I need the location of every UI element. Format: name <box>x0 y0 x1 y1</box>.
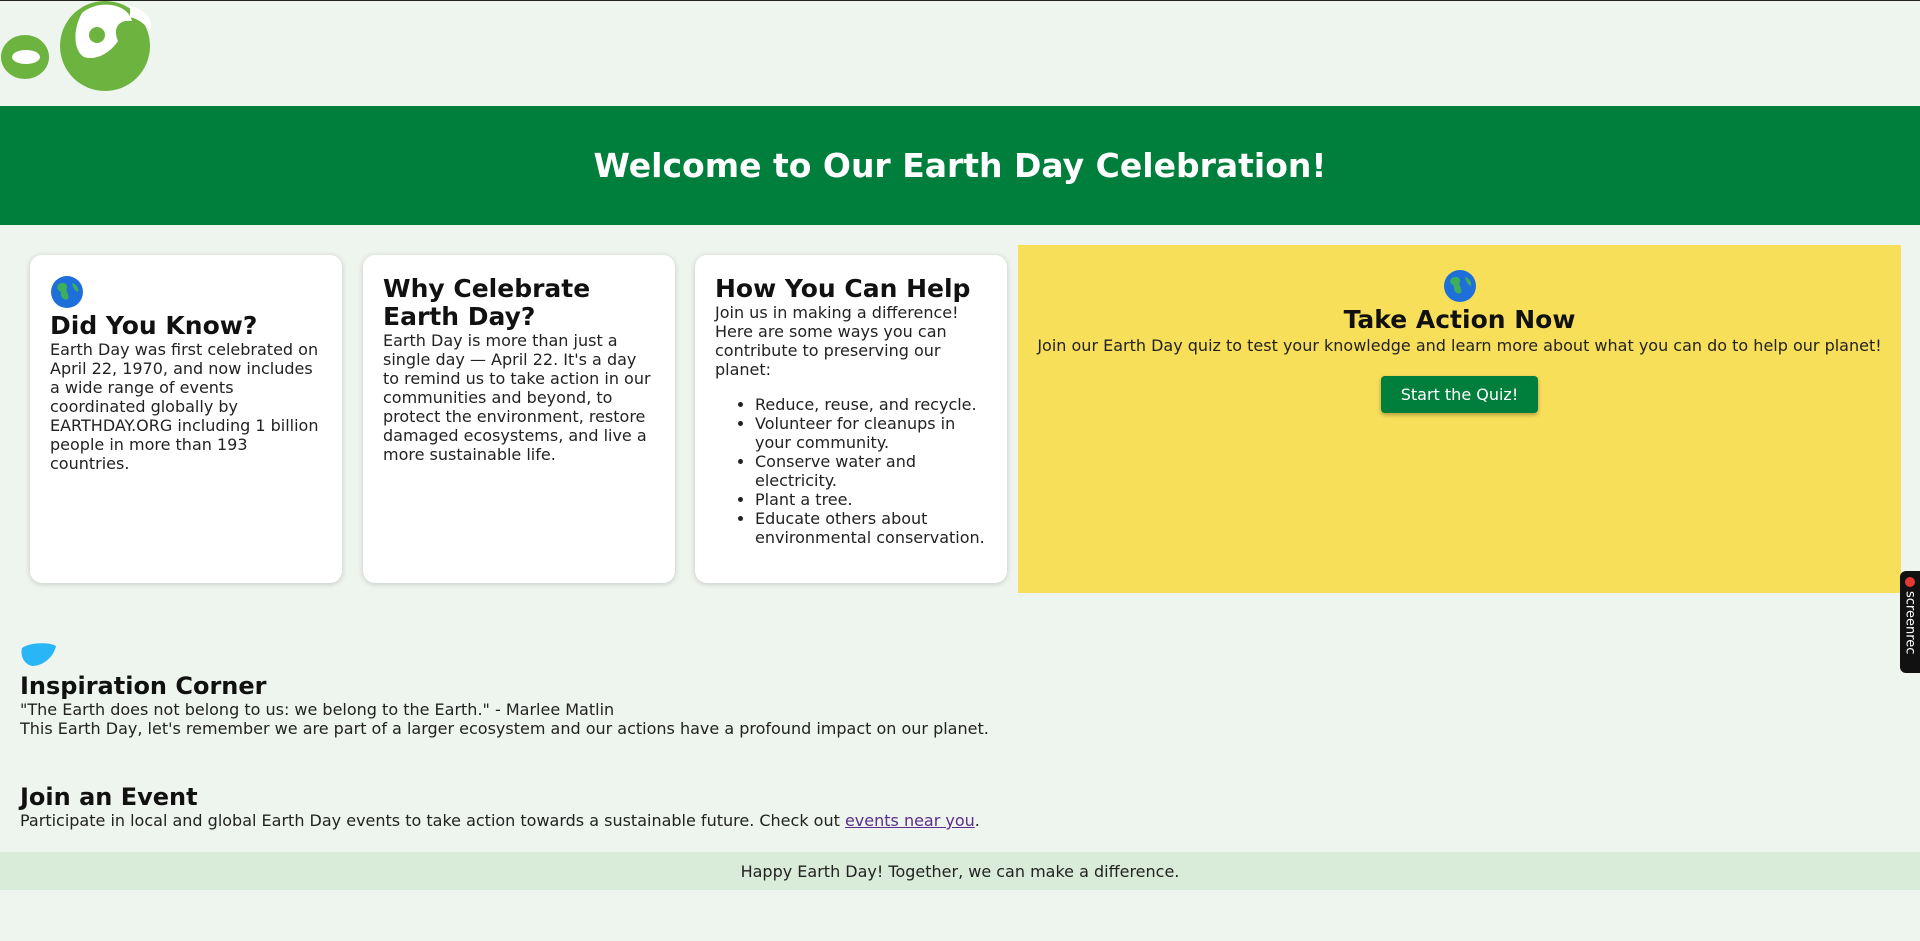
card-text: Earth Day was first celebrated on April … <box>50 340 319 473</box>
globe-icon <box>1443 270 1476 302</box>
screenrec-widget[interactable]: screenrec <box>1900 571 1920 673</box>
events-near-you-link[interactable]: events near you <box>845 811 975 830</box>
list-item: Volunteer for cleanups in your community… <box>755 414 987 452</box>
card-how-you-can-help: How You Can Help Join us in making a dif… <box>695 255 1007 583</box>
card-why-celebrate: Why Celebrate Earth Day? Earth Day is mo… <box>363 255 675 583</box>
card-text: Join us in making a difference! Here are… <box>715 303 959 379</box>
card-title: Did You Know? <box>50 311 258 340</box>
list-item: Plant a tree. <box>755 490 987 509</box>
header-banner: Welcome to Our Earth Day Celebration! <box>0 106 1920 225</box>
quote-text: "The Earth does not belong to us: we bel… <box>20 700 615 719</box>
water-drop-icon <box>21 643 56 666</box>
section-text: This Earth Day, let's remember we are pa… <box>20 719 989 738</box>
globe-icon <box>51 276 83 308</box>
screenrec-label: screenrec <box>1902 591 1918 655</box>
card-text: Earth Day is more than just a single day… <box>383 331 651 464</box>
card-title: How You Can Help <box>715 274 971 303</box>
card-title: Why Celebrate Earth Day? <box>383 274 591 331</box>
list-item: Educate others about environmental conse… <box>755 509 987 547</box>
footer: Happy Earth Day! Together, we can make a… <box>0 852 1920 890</box>
list-item: Reduce, reuse, and recycle. <box>755 395 987 414</box>
action-title: Take Action Now <box>1343 305 1576 334</box>
event-text: Participate in local and global Earth Da… <box>20 811 845 830</box>
event-text-end: . <box>974 811 980 830</box>
take-action-panel: Take Action Now Join our Earth Day quiz … <box>1018 245 1901 593</box>
start-quiz-button[interactable]: Start the Quiz! <box>1380 376 1539 413</box>
list-item: Conserve water and electricity. <box>755 452 987 490</box>
footer-text: Happy Earth Day! Together, we can make a… <box>740 861 1180 881</box>
inspiration-section: Inspiration Corner "The Earth does not b… <box>20 642 989 738</box>
event-section: Join an Event Participate in local and g… <box>20 783 980 830</box>
help-list: Reduce, reuse, and recycle. Volunteer fo… <box>715 395 987 547</box>
section-title: Join an Event <box>20 783 198 811</box>
action-text: Join our Earth Day quiz to test your kno… <box>1037 336 1882 355</box>
earth-day-logo <box>1 1 152 91</box>
record-icon <box>1905 577 1915 587</box>
section-text: Participate in local and global Earth Da… <box>20 811 980 830</box>
card-did-you-know: Did You Know? Earth Day was first celebr… <box>30 255 342 583</box>
section-title: Inspiration Corner <box>20 672 267 700</box>
page-title: Welcome to Our Earth Day Celebration! <box>593 146 1327 185</box>
